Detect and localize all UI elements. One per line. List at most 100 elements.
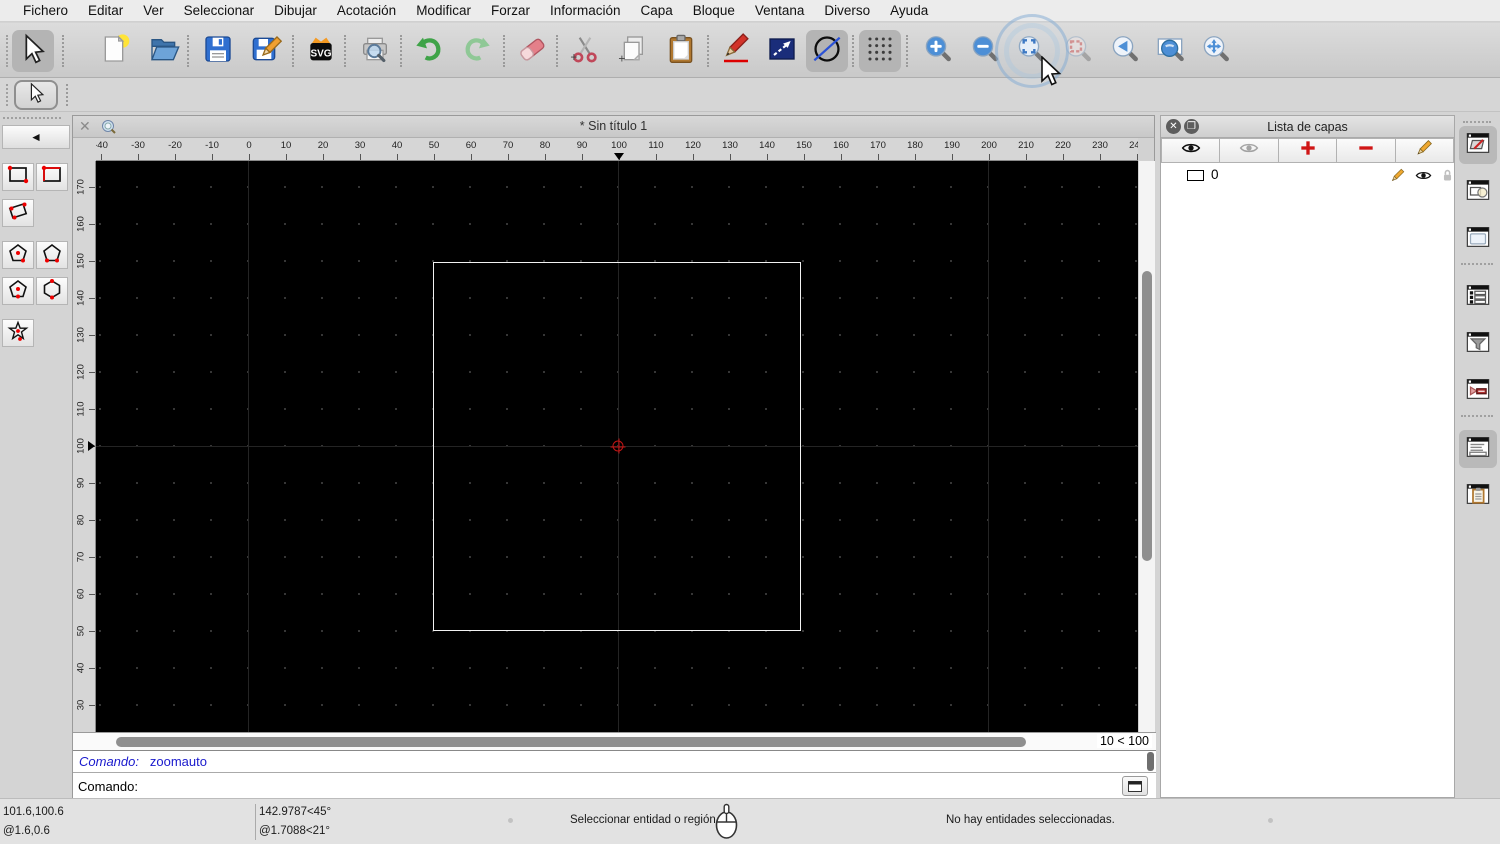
library-browser-toggle-button[interactable] — [1459, 220, 1497, 258]
circle-line-tool-button[interactable] — [806, 30, 848, 72]
command-history-scrollbar[interactable] — [1147, 752, 1154, 771]
current-tool-select-button[interactable] — [14, 80, 58, 110]
ruler-label: 30 — [354, 140, 366, 151]
menu-ayuda[interactable]: Ayuda — [880, 0, 938, 22]
ruler-label: 160 — [833, 140, 849, 151]
ruler-label: -30 — [131, 140, 145, 151]
polygon-center-tangent-tool-button[interactable] — [36, 241, 68, 269]
save-as-button[interactable] — [245, 30, 287, 72]
menu-ventana[interactable]: Ventana — [745, 0, 815, 22]
select-button[interactable] — [12, 30, 54, 72]
draw-order-button[interactable] — [761, 30, 803, 72]
delete-entities-button[interactable] — [511, 30, 553, 72]
zoom-in-button[interactable] — [917, 30, 959, 72]
toolbar-separator — [852, 35, 854, 67]
print-preview-button[interactable] — [354, 30, 396, 72]
ruler-label: 140 — [759, 140, 775, 151]
menu-diverso[interactable]: Diverso — [814, 0, 880, 22]
vertical-scrollbar[interactable] — [1138, 161, 1155, 732]
selection-filter-toggle-button[interactable] — [1459, 325, 1497, 363]
cut-button[interactable]: + — [564, 30, 606, 72]
star-tool-button[interactable] — [2, 319, 34, 347]
zoom-pan-button[interactable] — [1195, 30, 1237, 72]
new-document-button[interactable] — [95, 30, 137, 72]
zoom-previous-button[interactable] — [1104, 30, 1146, 72]
visualview-toggle-button[interactable] — [1459, 372, 1497, 410]
rectangle-3-points-tool-button[interactable] — [2, 199, 34, 227]
save-button[interactable] — [197, 30, 239, 72]
ruler-tick — [249, 154, 250, 160]
ruler-tick — [89, 631, 95, 632]
redo-button[interactable] — [456, 30, 498, 72]
rectangle-corner-size-tool-button[interactable] — [36, 163, 68, 191]
rectangle-2-corners-tool-button[interactable] — [2, 163, 34, 191]
select-icon — [17, 33, 49, 70]
ruler-label: 100 — [611, 140, 627, 151]
draw-order-icon — [766, 33, 798, 70]
toolbar-drag-handle[interactable] — [6, 84, 8, 106]
remove-layer-button[interactable] — [1337, 138, 1396, 163]
block-list-toggle-button[interactable] — [1459, 173, 1497, 211]
mouse-hint-icon — [714, 803, 739, 843]
drawing-canvas[interactable] — [96, 161, 1138, 732]
menu-forzar[interactable]: Forzar — [481, 0, 540, 22]
menu-fichero[interactable]: Fichero — [13, 0, 78, 22]
zoom-window-button[interactable] — [1150, 30, 1192, 72]
vertical-scrollbar-thumb[interactable] — [1142, 271, 1152, 561]
edit-layer-button[interactable] — [1395, 138, 1455, 163]
dock-drag-handle[interactable] — [1463, 121, 1491, 123]
svg-text:+: + — [570, 50, 577, 64]
ruler-label: 80 — [539, 140, 551, 151]
show-all-layers-button[interactable] — [1161, 138, 1221, 163]
hide-all-layers-button[interactable] — [1220, 138, 1279, 163]
ruler-label: 90 — [75, 477, 87, 489]
status-rel-coordinates: @1.6,0.6 — [3, 825, 50, 837]
horizontal-scrollbar[interactable]: 10 < 100 — [73, 732, 1156, 750]
layer-list-toggle-button[interactable] — [1459, 126, 1497, 164]
menu-acotacion[interactable]: Acotación — [327, 0, 406, 22]
polygon-2-corners-tool-button[interactable] — [2, 277, 34, 305]
grid-toggle-button[interactable] — [859, 30, 901, 72]
status-abs-coordinates: 101.6,100.6 — [3, 806, 64, 818]
toolbar-separator — [66, 84, 68, 106]
menu-bloque[interactable]: Bloque — [683, 0, 745, 22]
polygon-side-tool-button[interactable] — [36, 277, 68, 305]
copy-button[interactable]: + — [612, 30, 654, 72]
menu-dibujar[interactable]: Dibujar — [264, 0, 327, 22]
command-dock-button[interactable] — [1122, 776, 1148, 796]
edit-attributes-button[interactable] — [715, 30, 757, 72]
palette-back-button[interactable]: ◄ — [2, 125, 70, 149]
ruler-label: 60 — [465, 140, 477, 151]
undo-button[interactable] — [408, 30, 450, 72]
menu-capa[interactable]: Capa — [631, 0, 683, 22]
toolbar-separator — [906, 35, 908, 67]
clipboard-toggle-button[interactable] — [1459, 477, 1497, 515]
ruler-tick — [360, 154, 361, 160]
toolbar-drag-handle[interactable] — [6, 35, 8, 67]
ruler-tick — [89, 409, 95, 410]
polygon-center-corner-tool-button[interactable] — [2, 241, 34, 269]
point-entity[interactable] — [610, 438, 626, 454]
layer-row[interactable]: 0 — [1161, 163, 1454, 188]
palette-drag-handle[interactable] — [3, 117, 61, 119]
ruler-label: 200 — [981, 140, 997, 151]
command-line-toggle-button[interactable] — [1459, 430, 1497, 468]
add-layer-button[interactable] — [1278, 138, 1338, 163]
menu-seleccionar[interactable]: Seleccionar — [174, 0, 265, 22]
entity-list-toggle-button[interactable] — [1459, 278, 1497, 316]
menu-editar[interactable]: Editar — [78, 0, 133, 22]
layer-visible-icon[interactable] — [1415, 167, 1432, 184]
menu-informacion[interactable]: Información — [540, 0, 631, 22]
paste-button[interactable] — [660, 30, 702, 72]
horizontal-scrollbar-thumb[interactable] — [116, 737, 1026, 747]
layer-lock-icon[interactable] — [1439, 167, 1456, 184]
ruler-tick — [508, 154, 509, 160]
main-toolbar: SVG + + — [0, 23, 1500, 78]
export-svg-button[interactable]: SVG — [300, 30, 342, 72]
menu-modificar[interactable]: Modificar — [406, 0, 481, 22]
ruler-label: 110 — [648, 140, 664, 151]
menu-ver[interactable]: Ver — [133, 0, 173, 22]
layer-edit-icon[interactable] — [1389, 167, 1406, 184]
command-input-row[interactable]: Comando: — [73, 772, 1156, 799]
open-file-button[interactable] — [143, 30, 185, 72]
